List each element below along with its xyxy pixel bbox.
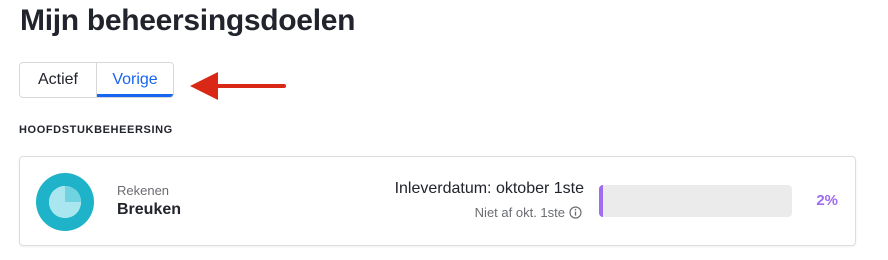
tab-actief[interactable]: Actief [20,63,97,97]
status-line: Niet af okt. 1ste [475,205,582,220]
goal-tabs: Actief Vorige [19,62,174,98]
progress-fill [599,185,603,217]
red-arrow-icon [190,72,286,100]
page-title: Mijn beheersingsdoelen [20,4,356,37]
section-heading: HOOFDSTUKBEHEERSING [19,124,173,136]
progress-percent: 2% [816,192,838,209]
tab-vorige[interactable]: Vorige [97,63,173,97]
progress-bar [599,185,792,217]
assignment-card[interactable]: Rekenen Breuken Inleverdatum: oktober 1s… [19,156,856,246]
subject-label: Rekenen [117,183,170,198]
status-text: Niet af okt. 1ste [474,205,565,220]
due-date: Inleverdatum: oktober 1ste [394,180,584,197]
topic-label: Breuken [117,201,182,218]
pie-progress-icon [36,173,94,231]
info-icon[interactable] [569,206,582,219]
